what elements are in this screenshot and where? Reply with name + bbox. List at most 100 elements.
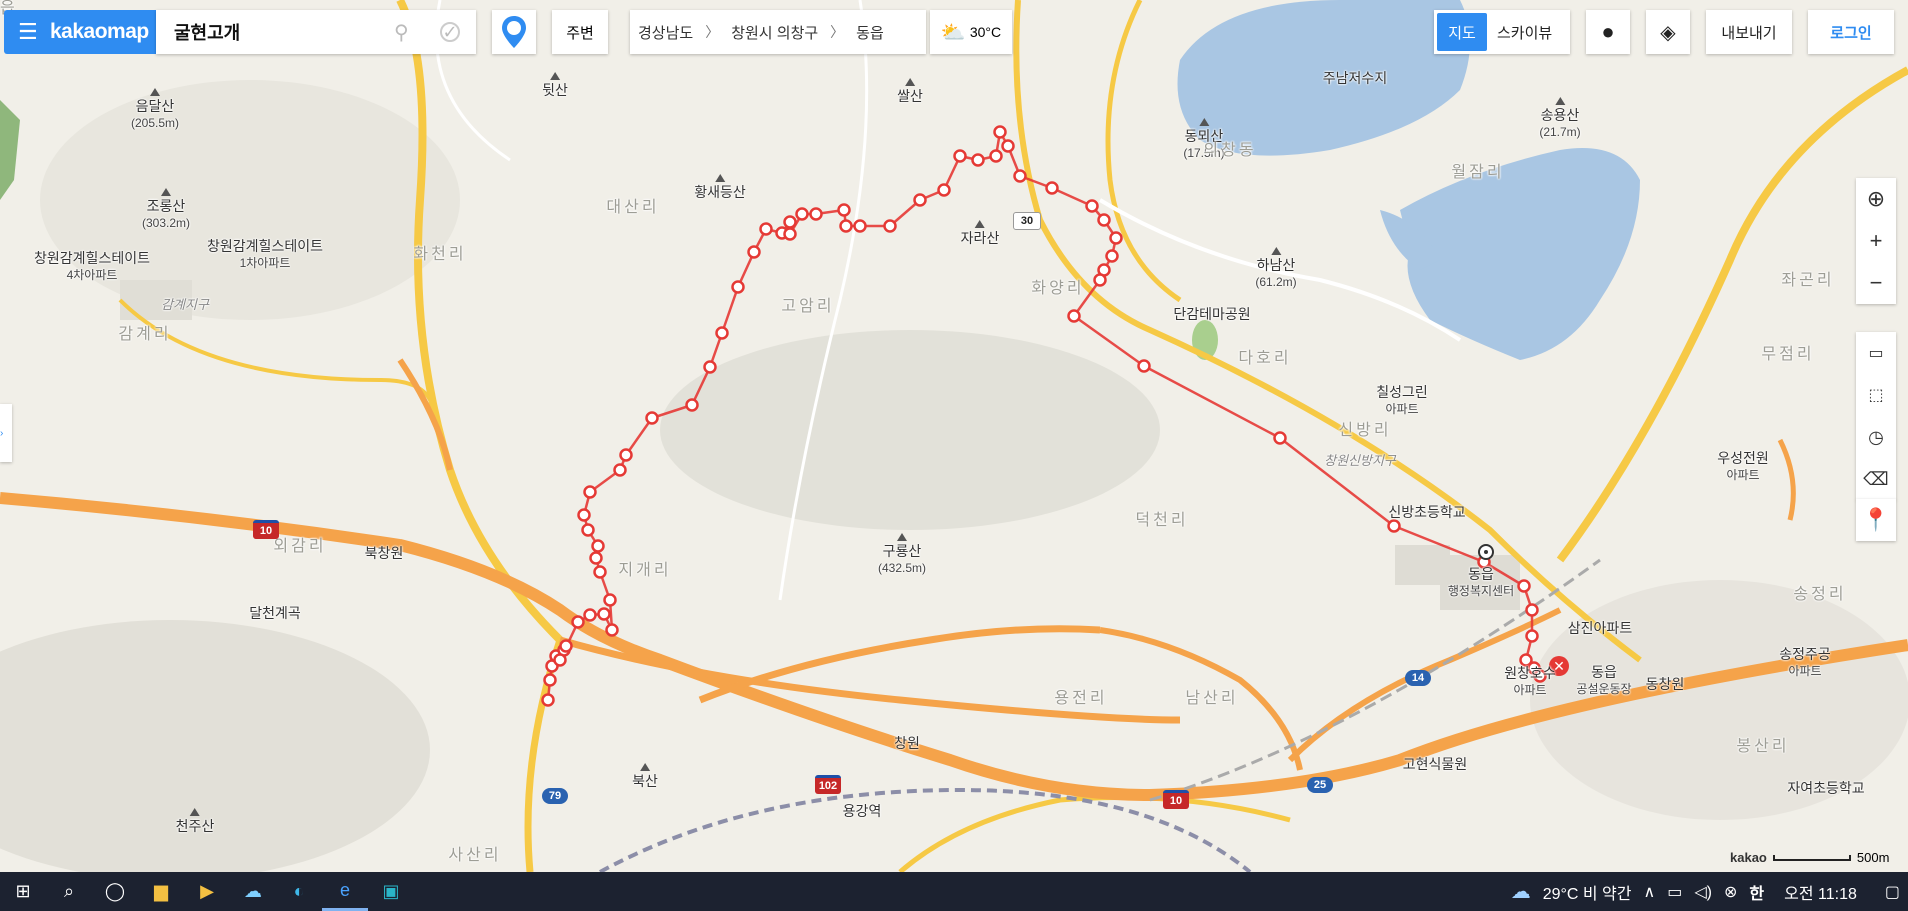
volume-icon[interactable]: ◁) [1694,882,1712,902]
route-point-marker[interactable] [715,326,729,340]
breadcrumb-town[interactable]: 동읍 [856,22,884,43]
route-point-marker[interactable] [589,551,603,565]
eraser-icon[interactable]: ⌫ [1856,458,1896,500]
map-label-poi[interactable]: 동읍 공설운동장 [1576,664,1631,698]
map-label-poi[interactable]: 동읍 행정복지센터 [1448,566,1514,600]
search-icon[interactable]: ⌕ [46,872,92,911]
map-label-poi[interactable]: 칠성그린 아파트 [1376,384,1428,418]
route-point-marker[interactable] [1387,519,1401,533]
map-type-map[interactable]: 지도 [1437,13,1487,51]
add-pin-icon[interactable]: 📍 [1856,499,1896,541]
route-point-marker[interactable] [619,448,633,462]
route-point-marker[interactable] [883,219,897,233]
map-label-poi[interactable]: 창원 [894,735,920,752]
route-point-marker[interactable] [581,523,595,537]
internet-explorer-icon[interactable]: e [322,872,368,911]
route-point-marker[interactable] [577,508,591,522]
route-point-marker[interactable] [1105,249,1119,263]
roadview-button[interactable]: ● [1586,10,1630,54]
task-view-icon[interactable]: ◯ [92,872,138,911]
map-label-poi[interactable]: 원창호수 아파트 [1504,665,1556,699]
map-label-poi[interactable]: 삼진아파트 [1568,620,1632,637]
zoom-out-icon[interactable]: − [1856,262,1896,304]
route-point-marker[interactable] [1273,431,1287,445]
layers-button[interactable]: ◈ [1646,10,1690,54]
map-label-peak[interactable]: 송용산 (21.7m) [1539,97,1580,141]
map-label-peak[interactable]: 황새등산 [694,174,746,201]
map-label-poi[interactable]: 달천계곡 [249,605,301,622]
close-circle-icon[interactable]: ⊗ [1724,882,1737,902]
my-location-icon[interactable]: ⊕ [1856,178,1896,220]
route-point-marker[interactable] [913,193,927,207]
route-point-marker[interactable] [937,183,951,197]
route-point-marker[interactable] [1097,213,1111,227]
radius-icon[interactable]: ◷ [1856,416,1896,458]
map-label-peak[interactable]: 구룡산 (432.5m) [878,533,926,577]
route-point-marker[interactable] [747,245,761,259]
route-point-marker[interactable] [571,615,585,629]
route-point-marker[interactable] [583,608,597,622]
route-point-marker[interactable] [541,693,555,707]
route-point-marker[interactable] [605,623,619,637]
route-point-marker[interactable] [989,149,1003,163]
chevron-up-icon[interactable]: ∧ [1644,882,1656,902]
route-button[interactable] [492,10,536,54]
route-point-marker[interactable] [597,607,611,621]
map-label-poi[interactable]: 북창원 [365,545,404,562]
check-icon[interactable]: ✓ [440,22,460,42]
map-label-poi[interactable]: 고현식물원 [1403,756,1467,773]
route-point-marker[interactable] [731,280,745,294]
app-icon[interactable]: ☁ [230,872,276,911]
taskbar-clock[interactable]: 오전 11:18 [1784,880,1857,904]
area-measure-icon[interactable]: ⬚ [1856,374,1896,416]
map-label-poi[interactable]: 자여초등학교 [1787,780,1864,797]
route-point-marker[interactable] [1067,309,1081,323]
map-label-poi[interactable]: 주남저수지 [1323,70,1387,87]
menu-icon[interactable]: ☰ [18,21,44,43]
route-point-marker[interactable] [971,153,985,167]
route-point-marker[interactable] [703,360,717,374]
map-label-peak[interactable]: 천주산 [176,808,215,835]
route-point-marker[interactable] [853,219,867,233]
edge-icon[interactable]: ◐ [276,872,322,911]
breadcrumb-province[interactable]: 경상남도 [638,22,693,43]
breadcrumb-city[interactable]: 창원시 의창구 [731,22,818,43]
map-label-poi[interactable]: 신방초등학교 [1388,504,1465,521]
route-point-marker[interactable] [993,125,1007,139]
windows-start-icon[interactable]: ⊞ [0,872,46,911]
map-label-poi[interactable]: 우성전원 아파트 [1717,450,1769,484]
route-point-marker[interactable] [645,411,659,425]
route-point-marker[interactable] [559,639,573,653]
zoom-in-icon[interactable]: + [1856,220,1896,262]
file-explorer-icon[interactable]: ▆ [138,872,184,911]
route-point-marker[interactable] [783,215,797,229]
route-point-marker[interactable] [1137,359,1151,373]
map-canvas[interactable]: ✕ [0,0,1908,872]
route-point-marker[interactable] [1001,139,1015,153]
route-point-marker[interactable] [1109,231,1123,245]
map-label-poi[interactable]: 동창원 [1646,676,1685,693]
notification-icon[interactable]: ▢ [1885,882,1900,902]
taskbar-weather[interactable]: 29°C 비 약간 [1543,880,1632,904]
map-label-peak[interactable]: 북산 [632,763,658,790]
route-point-marker[interactable] [591,539,605,553]
map-label-poi[interactable]: 단감테마공원 [1173,306,1250,323]
route-point-marker[interactable] [1045,181,1059,195]
map-label-poi[interactable]: 창원감계힐스테이트 4차아파트 [34,250,150,284]
weather-widget[interactable]: ⛅ 30°C [930,10,1012,54]
export-button[interactable]: 내보내기 [1706,10,1792,54]
route-point-marker[interactable] [783,227,797,241]
route-point-marker[interactable] [809,207,823,221]
map-label-peak[interactable]: 쌀산 [897,78,923,105]
map-label-poi[interactable]: 창원감계힐스테이트 1차아파트 [207,238,323,272]
search-icon[interactable]: ⚲ [394,20,409,45]
route-point-marker[interactable] [759,222,773,236]
network-icon[interactable]: ▭ [1667,882,1682,902]
route-point-marker[interactable] [685,398,699,412]
map-label-peak[interactable]: 하남산 (61.2m) [1255,247,1296,291]
route-point-marker[interactable] [1013,169,1027,183]
login-button[interactable]: 로그인 [1808,10,1894,54]
route-point-marker[interactable] [795,207,809,221]
route-point-marker[interactable] [553,653,567,667]
map-label-peak[interactable]: 조롱산 (303.2m) [142,188,190,232]
